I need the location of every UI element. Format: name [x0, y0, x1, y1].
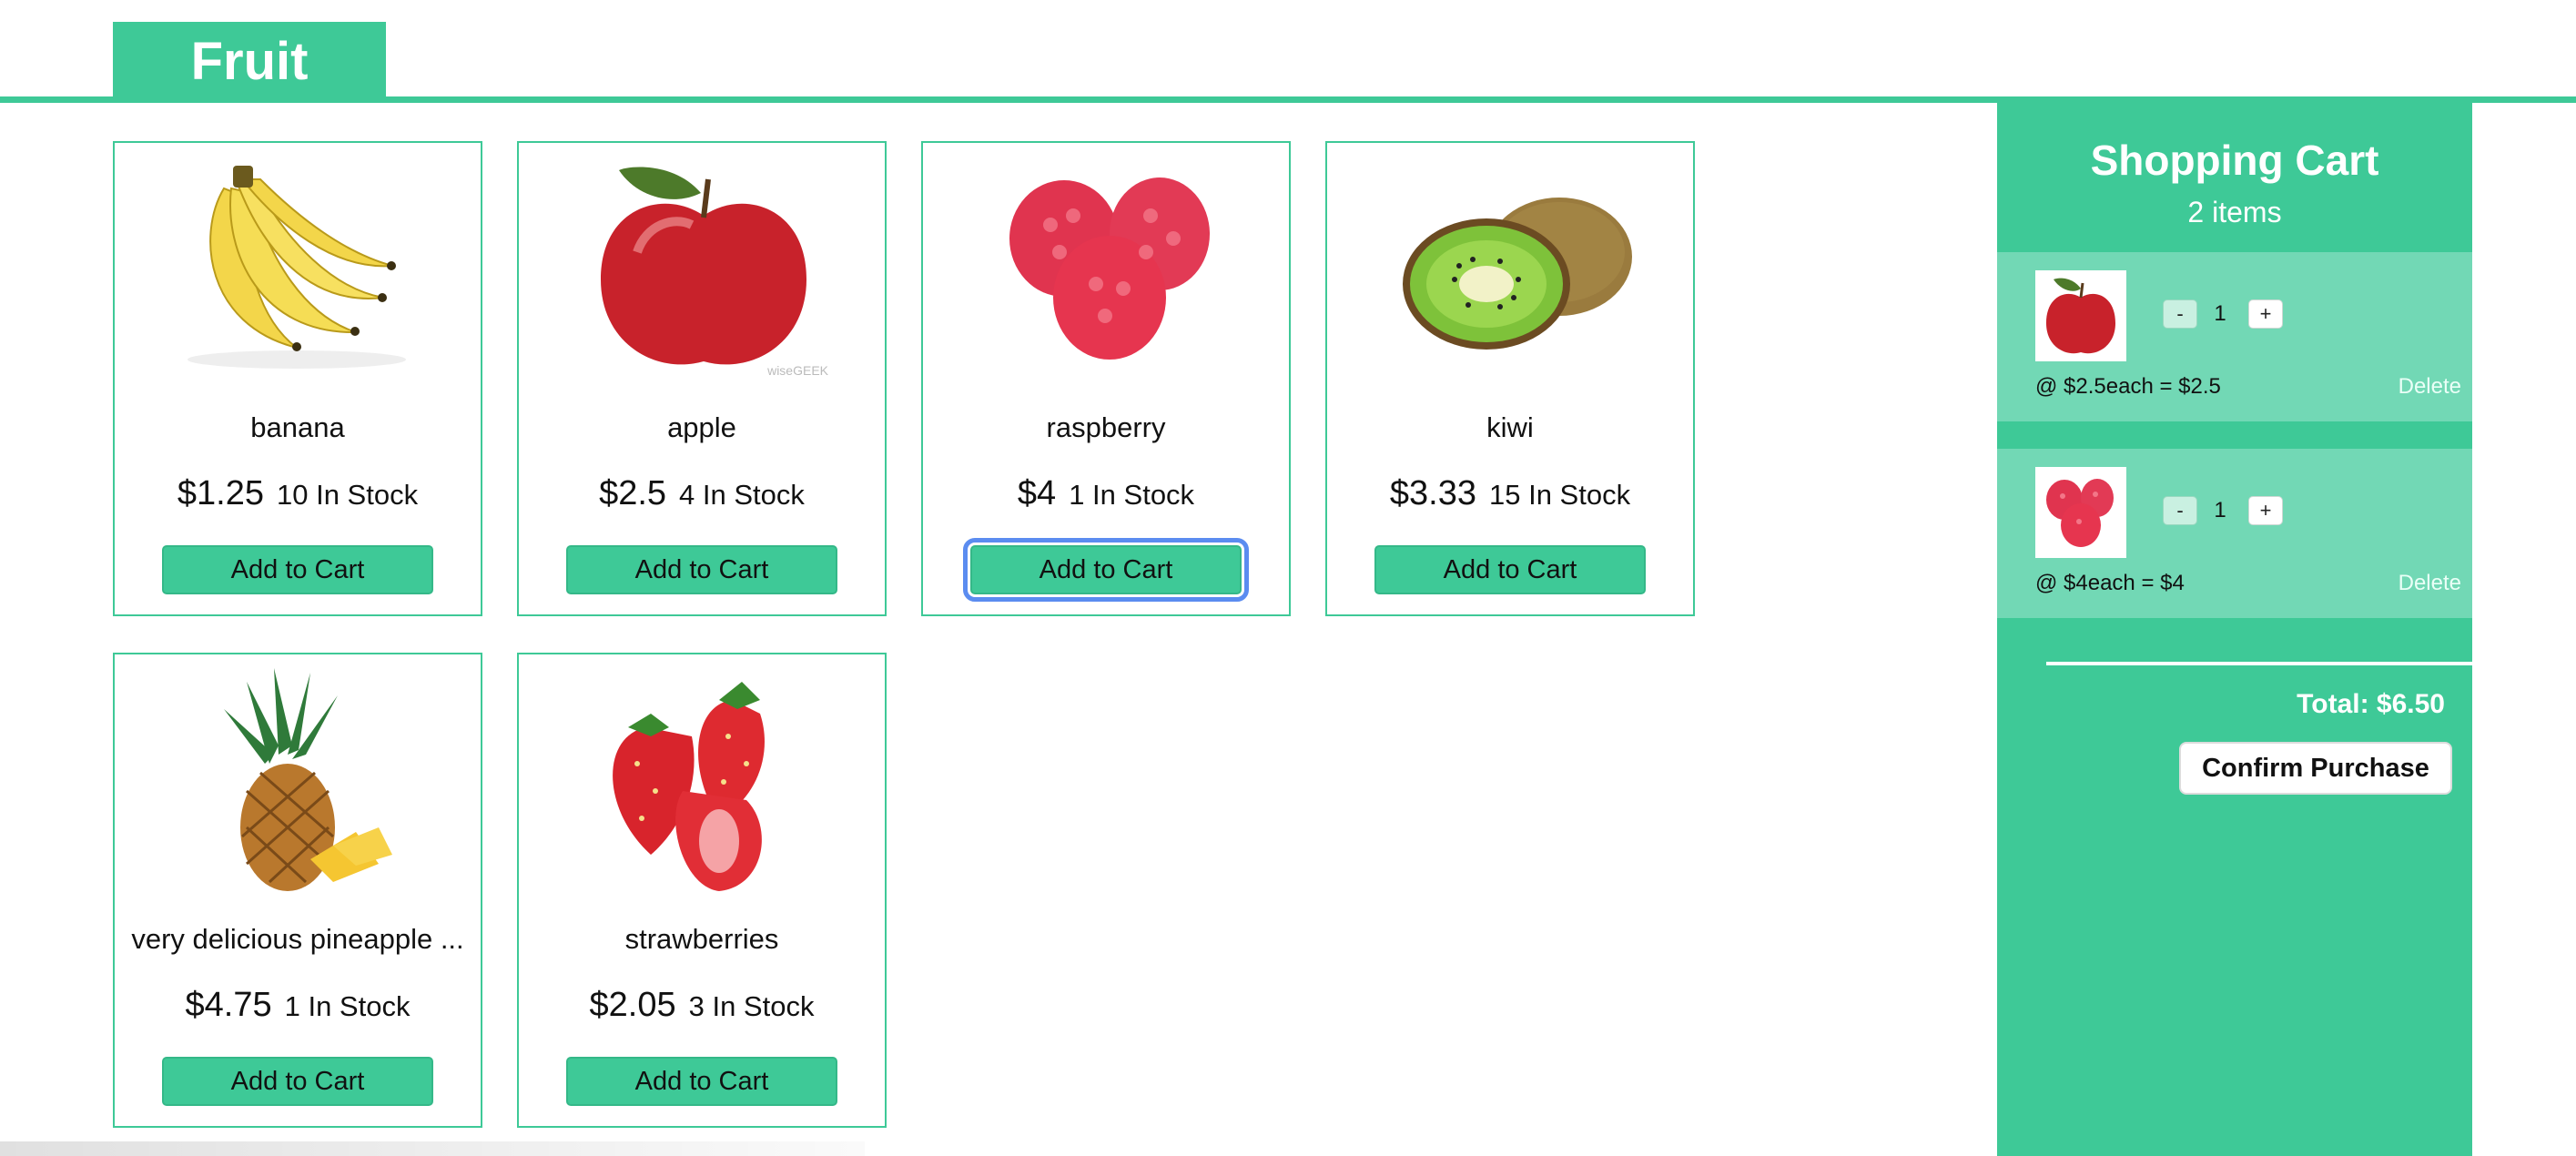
product-price: $3.33 [1389, 474, 1476, 512]
product-stock: 15 In Stock [1489, 479, 1631, 511]
product-name: strawberries [624, 923, 779, 955]
add-to-cart-button[interactable]: Add to Cart [162, 545, 433, 594]
product-name: kiwi [1486, 411, 1534, 443]
product-name: banana [250, 411, 345, 443]
product-stock: 10 In Stock [277, 479, 419, 511]
product-stock: 1 In Stock [1069, 479, 1195, 511]
cart-item: - 1 + @ $4each = $4 Delete [1997, 449, 2472, 618]
product-card-strawberries: strawberries $2.05 3 In Stock Add to Cart [517, 653, 887, 1128]
product-stock: 3 In Stock [688, 990, 815, 1022]
add-to-cart-button[interactable]: Add to Cart [566, 1057, 837, 1106]
header-divider [0, 96, 2576, 103]
quantity-value: 1 [2214, 498, 2226, 522]
product-price: $4 [1017, 474, 1057, 512]
strawberries-image [613, 682, 765, 891]
decrease-quantity-button[interactable]: - [2163, 496, 2197, 525]
watermark-text: wiseGEEK [766, 363, 829, 378]
shopping-cart-panel: Shopping Cart 2 items - 1 + @ $2.5each =… [1997, 103, 2472, 1156]
pineapple-image [224, 668, 392, 891]
product-price: $4.75 [185, 986, 272, 1024]
banana-image [188, 166, 406, 369]
product-name: very delicious pineapple ... [131, 923, 464, 955]
cart-line-price: @ $4each = $4 [2035, 571, 2185, 595]
add-to-cart-button[interactable]: Add to Cart [963, 538, 1249, 602]
product-price: $2.5 [599, 474, 667, 512]
cart-item: - 1 + @ $2.5each = $2.5 Delete [1997, 252, 2472, 421]
product-card-apple: wiseGEEK apple $2.5 4 In Stock Add to Car… [517, 141, 887, 616]
page-title: Fruit [190, 31, 309, 91]
product-price: $1.25 [177, 474, 264, 512]
page-title-tab: Fruit [113, 22, 386, 100]
apple-image: wiseGEEK [601, 167, 829, 378]
increase-quantity-button[interactable]: + [2248, 496, 2283, 525]
quantity-value: 1 [2214, 301, 2226, 326]
product-card-raspberry: raspberry $4 1 In Stock Add to Cart [921, 141, 1291, 616]
bottom-edge-shadow [0, 1141, 865, 1156]
raspberry-image [1009, 177, 1210, 360]
cart-line-price: @ $2.5each = $2.5 [2035, 374, 2221, 399]
product-name: apple [667, 411, 736, 443]
add-to-cart-button[interactable]: Add to Cart [1374, 545, 1646, 594]
apple-image [2035, 270, 2126, 361]
product-price: $2.05 [589, 986, 676, 1024]
raspberry-image [2035, 467, 2126, 558]
product-stock: 1 In Stock [284, 990, 411, 1022]
kiwi-image [1403, 198, 1632, 350]
cart-divider [2046, 662, 2472, 665]
delete-item-link[interactable]: Delete [2399, 374, 2461, 400]
add-to-cart-button[interactable]: Add to Cart [566, 545, 837, 594]
add-to-cart-button[interactable]: Add to Cart [162, 1057, 433, 1106]
cart-title: Shopping Cart [2090, 137, 2379, 184]
cart-item-count: 2 items [2187, 196, 2282, 228]
product-card-kiwi: kiwi $3.33 15 In Stock Add to Cart [1325, 141, 1695, 616]
product-card-banana: banana $1.25 10 In Stock Add to Cart [113, 141, 482, 616]
delete-item-link[interactable]: Delete [2399, 571, 2461, 596]
confirm-purchase-button[interactable]: Confirm Purchase [2179, 742, 2452, 795]
decrease-quantity-button[interactable]: - [2163, 299, 2197, 329]
product-stock: 4 In Stock [679, 479, 805, 511]
product-name: raspberry [1046, 411, 1166, 443]
increase-quantity-button[interactable]: + [2248, 299, 2283, 329]
cart-total: Total: $6.50 [2297, 689, 2445, 719]
product-card-pineapple: very delicious pineapple ... $4.75 1 In S… [113, 653, 482, 1128]
